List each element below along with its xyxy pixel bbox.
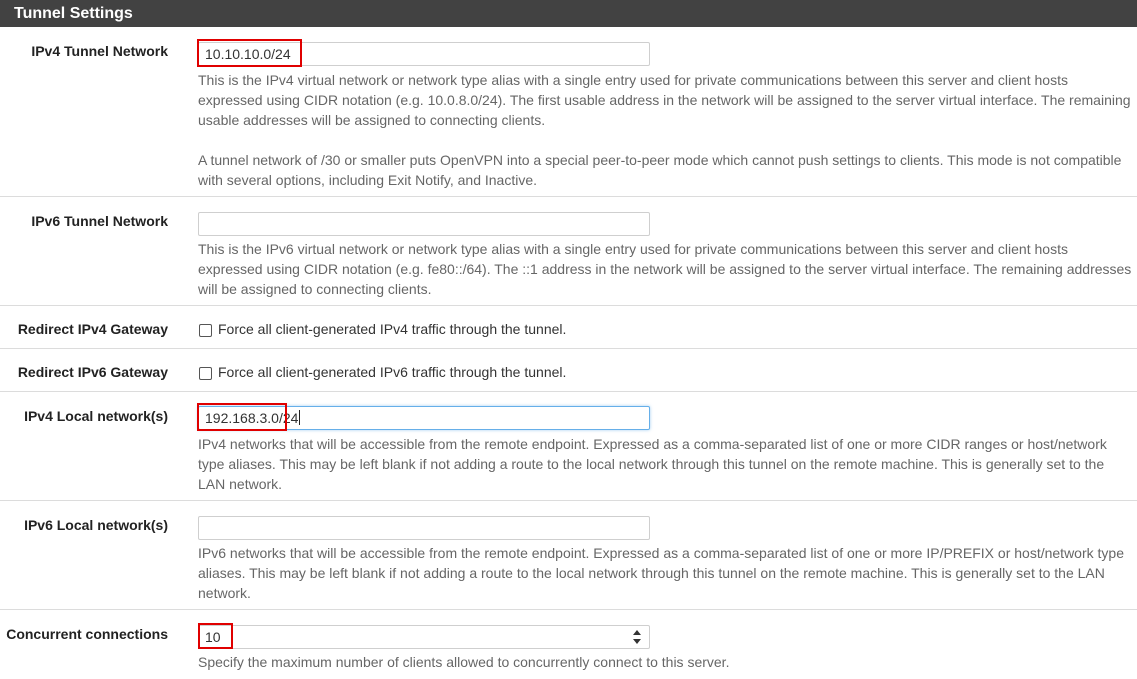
row-redirect-ipv6-gateway: Redirect IPv6 Gateway Force all client-g…	[0, 349, 1137, 392]
up-down-spinner-icon[interactable]	[633, 629, 641, 645]
row-ipv6-local-networks: IPv6 Local network(s) IPv6 networks that…	[0, 501, 1137, 610]
ipv6-tunnel-network-help: This is the IPv6 virtual network or netw…	[198, 241, 1132, 297]
ipv4-local-networks-input[interactable]: 192.168.3.0/24	[198, 406, 650, 430]
concurrent-connections-label: Concurrent connections	[6, 626, 168, 642]
ipv4-tunnel-network-value: 10.10.10.0/24	[205, 46, 291, 62]
ipv6-local-networks-label: IPv6 Local network(s)	[24, 517, 168, 533]
spinner-up-icon[interactable]	[633, 630, 641, 635]
ipv4-tunnel-network-label: IPv4 Tunnel Network	[31, 43, 168, 59]
ipv4-local-networks-label: IPv4 Local network(s)	[24, 408, 168, 424]
ipv6-local-networks-input[interactable]	[198, 516, 650, 540]
redirect-ipv4-gateway-text: Force all client-generated IPv4 traffic …	[218, 321, 567, 337]
concurrent-connections-input[interactable]: 10	[198, 625, 650, 649]
row-ipv4-local-networks: IPv4 Local network(s) 192.168.3.0/24 IPv…	[0, 392, 1137, 501]
spinner-down-icon[interactable]	[633, 639, 641, 644]
ipv4-local-networks-help: IPv4 networks that will be accessible fr…	[198, 436, 1107, 492]
redirect-ipv6-gateway-label: Redirect IPv6 Gateway	[17, 364, 168, 380]
row-redirect-ipv4-gateway: Redirect IPv4 Gateway Force all client-g…	[0, 306, 1137, 349]
ipv6-tunnel-network-input[interactable]	[198, 212, 650, 236]
row-ipv4-tunnel-network: IPv4 Tunnel Network 10.10.10.0/24 This i…	[0, 27, 1137, 197]
ipv4-local-networks-value: 192.168.3.0/24	[205, 410, 299, 426]
concurrent-connections-help: Specify the maximum number of clients al…	[198, 654, 730, 670]
section-title: Tunnel Settings	[14, 5, 133, 22]
ipv4-tunnel-network-help: This is the IPv4 virtual network or netw…	[198, 70, 1133, 190]
ipv4-tunnel-help-paragraph-2: A tunnel network of /30 or smaller puts …	[198, 152, 1122, 188]
row-ipv6-tunnel-network: IPv6 Tunnel Network This is the IPv6 vir…	[0, 197, 1137, 306]
ipv6-local-networks-help: IPv6 networks that will be accessible fr…	[198, 545, 1124, 601]
ipv4-tunnel-help-paragraph-1: This is the IPv4 virtual network or netw…	[198, 72, 1131, 128]
text-cursor	[299, 410, 301, 425]
ipv6-tunnel-network-label: IPv6 Tunnel Network	[31, 213, 168, 229]
redirect-ipv4-gateway-checkbox[interactable]	[199, 324, 212, 337]
redirect-ipv6-gateway-text: Force all client-generated IPv6 traffic …	[218, 364, 567, 380]
concurrent-connections-value: 10	[205, 629, 221, 645]
ipv4-tunnel-network-input[interactable]: 10.10.10.0/24	[198, 42, 650, 66]
redirect-ipv4-gateway-label: Redirect IPv4 Gateway	[17, 321, 168, 337]
row-concurrent-connections: Concurrent connections 10 Specify the ma…	[0, 610, 1137, 679]
section-header: Tunnel Settings	[0, 0, 1137, 27]
redirect-ipv6-gateway-checkbox[interactable]	[199, 367, 212, 380]
